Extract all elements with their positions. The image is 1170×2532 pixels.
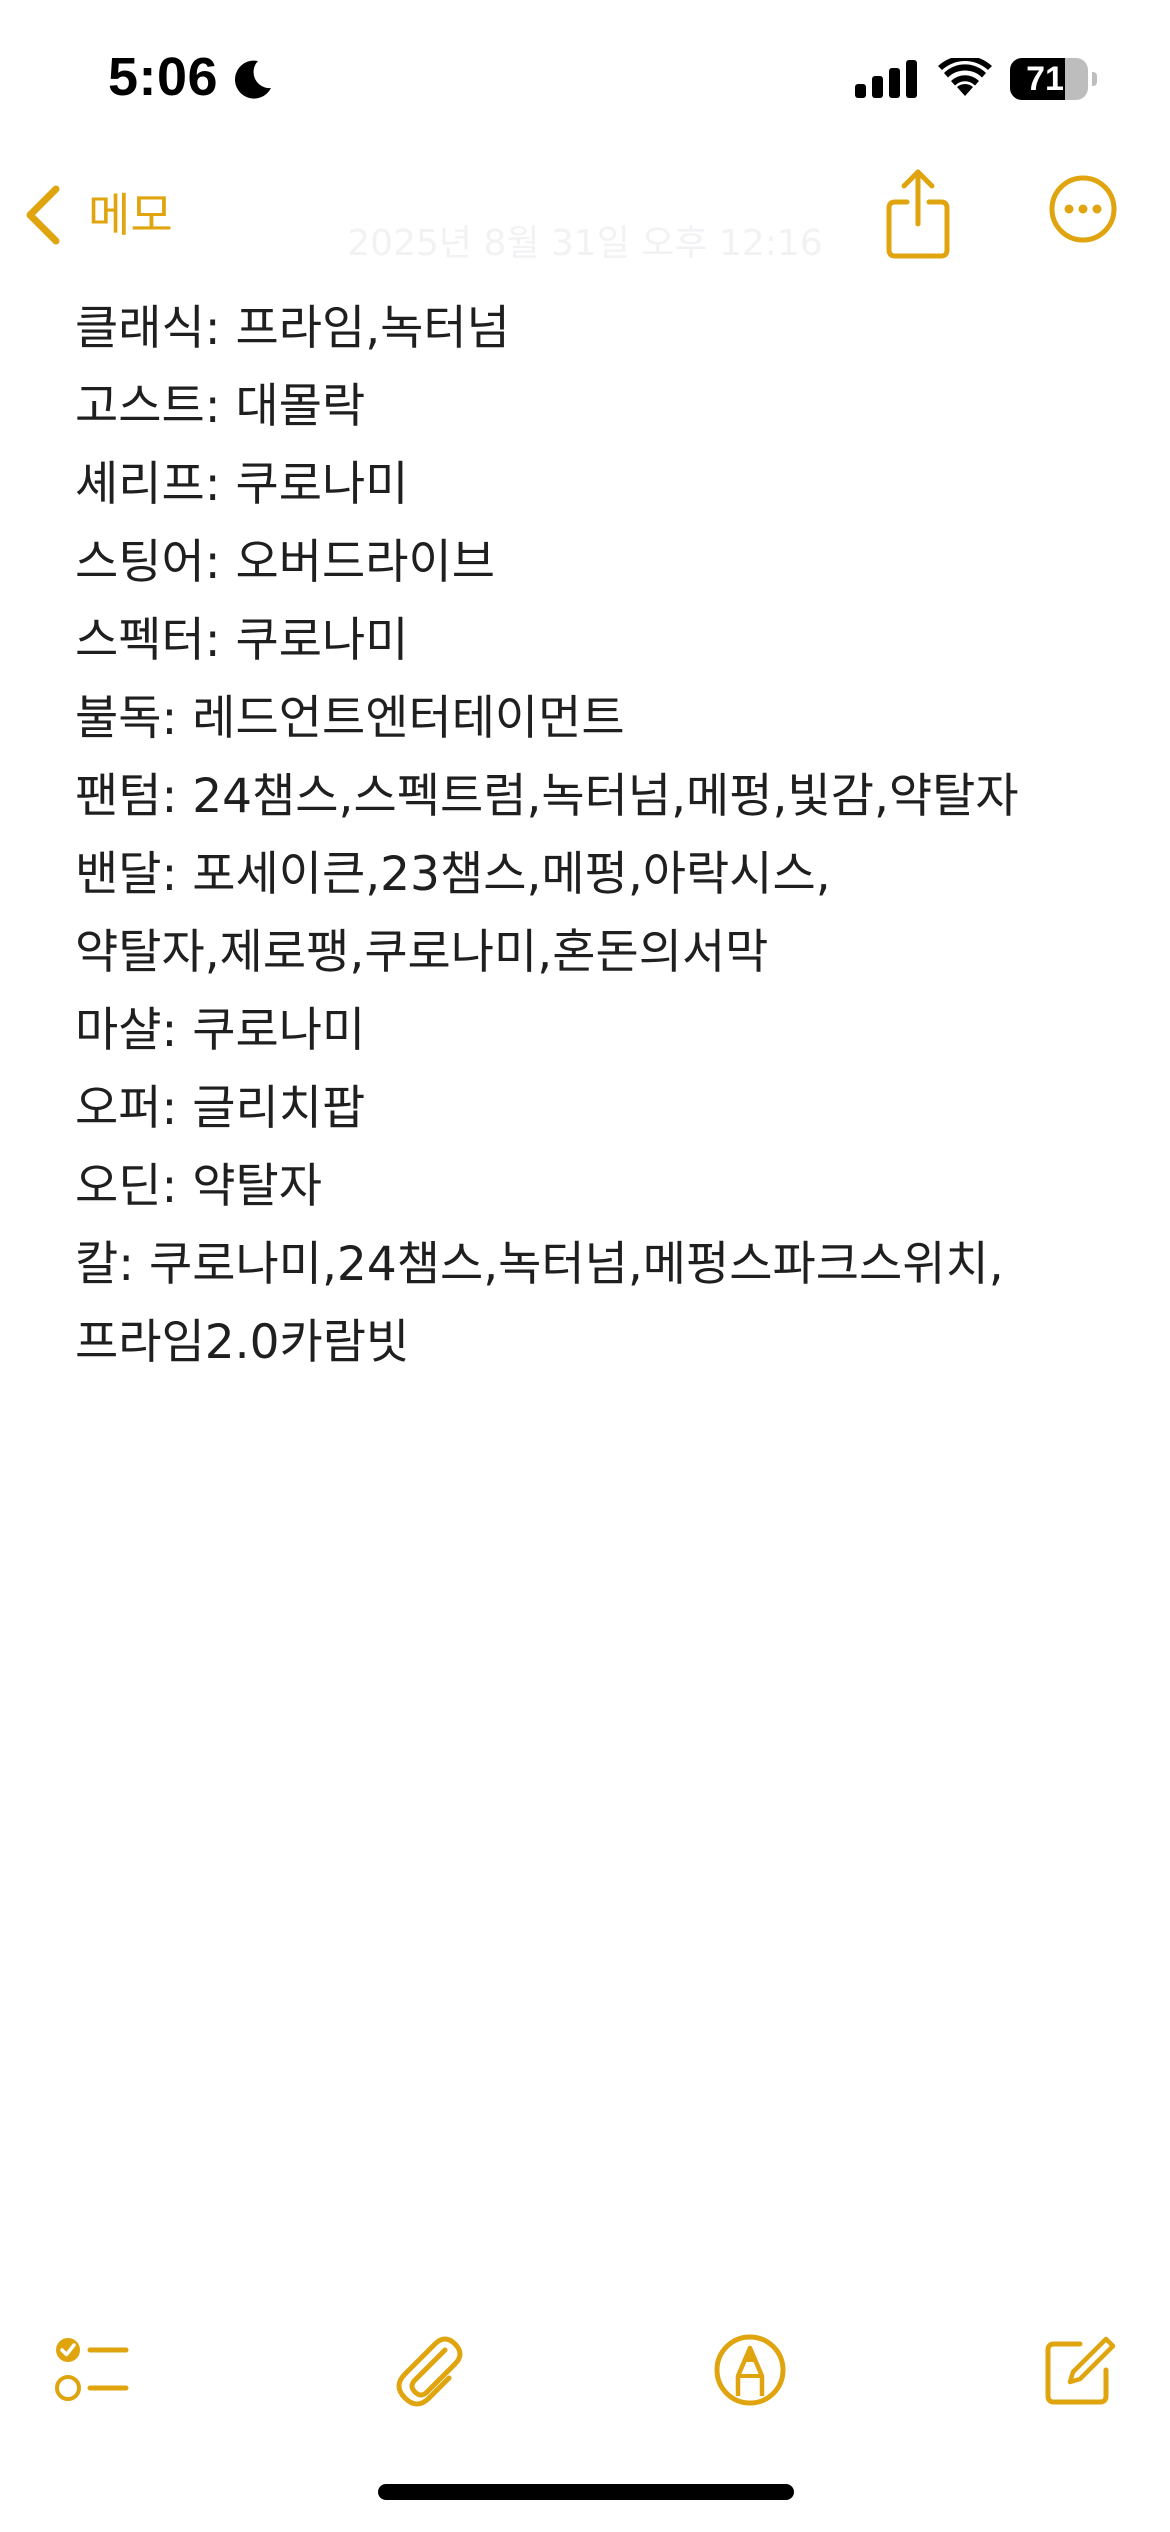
note-line[interactable]: 밴달: 포세이큰,23챔스,메펑,아락시스, bbox=[75, 836, 1105, 914]
note-line[interactable]: 칼: 쿠로나미,24챔스,녹터넘,메펑스파크스위치, bbox=[75, 1226, 1105, 1304]
status-time: 5:06 bbox=[108, 47, 219, 107]
battery-level: 71 bbox=[1026, 60, 1064, 98]
compose-icon[interactable] bbox=[1040, 2330, 1120, 2410]
note-line[interactable]: 셰리프: 쿠로나미 bbox=[75, 446, 1105, 524]
wifi-icon bbox=[938, 58, 992, 96]
markup-icon[interactable] bbox=[710, 2330, 790, 2410]
note-line[interactable]: 오퍼: 글리치팝 bbox=[75, 1070, 1105, 1148]
note-line[interactable]: 오딘: 약탈자 bbox=[75, 1148, 1105, 1226]
signal-icon bbox=[855, 60, 917, 98]
status-bar: 5:06 71 bbox=[0, 0, 1170, 150]
note-line[interactable]: 프라임2.0카람빗 bbox=[75, 1304, 1105, 1382]
checklist-icon[interactable] bbox=[52, 2330, 132, 2410]
note-date: 2025년 8월 31일 오후 12:16 bbox=[347, 223, 823, 264]
note-line[interactable]: 약탈자,제로팽,쿠로나미,혼돈의서막 bbox=[75, 914, 1105, 992]
note-line[interactable]: 스펙터: 쿠로나미 bbox=[75, 602, 1105, 680]
bottom-toolbar bbox=[0, 2300, 1170, 2430]
home-indicator[interactable] bbox=[378, 2484, 794, 2500]
note-line[interactable]: 팬텀: 24챔스,스펙트럼,녹터넘,메펑,빛감,약탈자 bbox=[75, 758, 1105, 836]
note-line[interactable]: 클래식: 프라임,녹터넘 bbox=[75, 290, 1105, 368]
note-line[interactable]: 불독: 레드언트엔터테이먼트 bbox=[75, 680, 1105, 758]
moon-icon bbox=[234, 60, 271, 99]
battery-body: 71 bbox=[1010, 58, 1088, 100]
battery-cap bbox=[1092, 72, 1097, 86]
paperclip-icon[interactable] bbox=[387, 2330, 467, 2410]
note-body[interactable]: 클래식: 프라임,녹터넘 고스트: 대몰락 셰리프: 쿠로나미 스팅어: 오버드… bbox=[75, 290, 1105, 1382]
note-line[interactable]: 마샬: 쿠로나미 bbox=[75, 992, 1105, 1070]
note-line[interactable]: 스팅어: 오버드라이브 bbox=[75, 524, 1105, 602]
battery-icon: 71 bbox=[1010, 58, 1097, 100]
note-line[interactable]: 고스트: 대몰락 bbox=[75, 368, 1105, 446]
